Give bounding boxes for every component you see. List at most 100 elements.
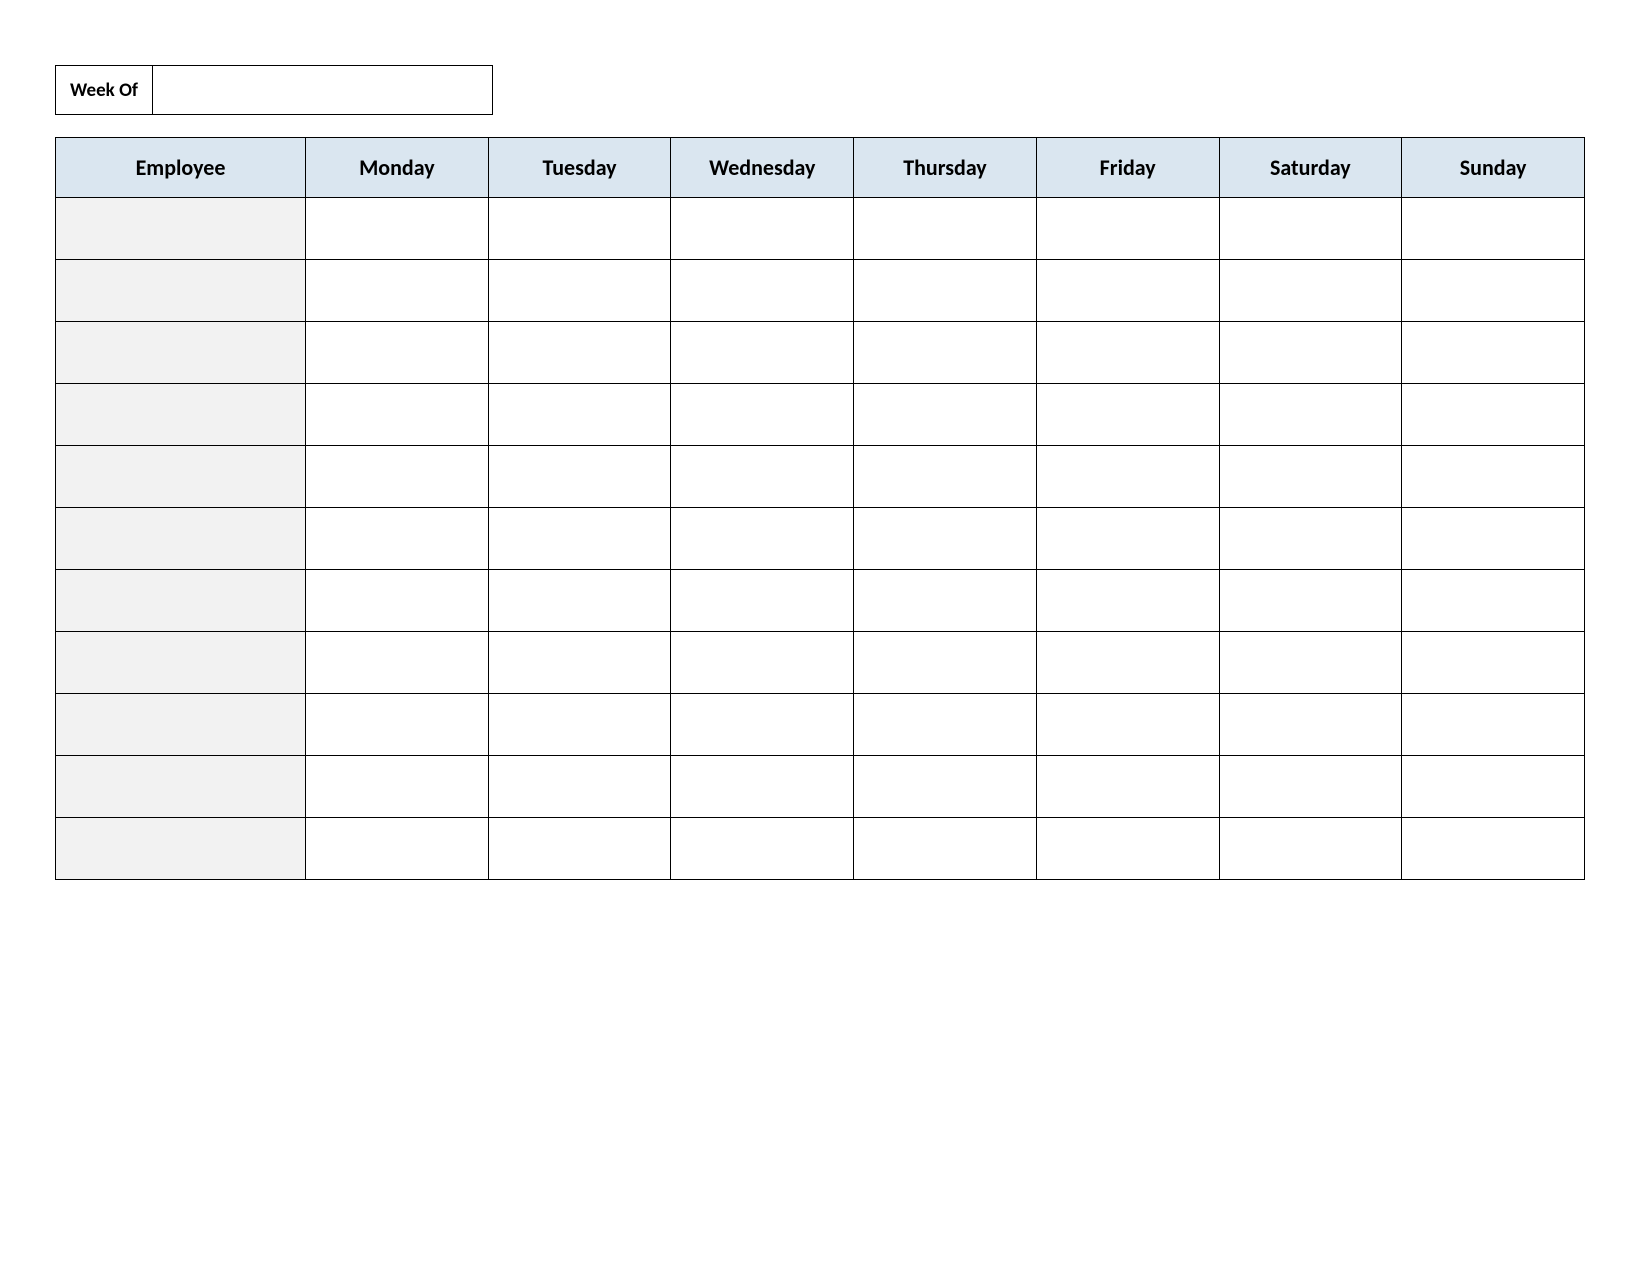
schedule-cell[interactable] xyxy=(306,818,489,880)
schedule-cell[interactable] xyxy=(1219,756,1402,818)
schedule-cell[interactable] xyxy=(1219,694,1402,756)
schedule-cell[interactable] xyxy=(671,632,854,694)
schedule-cell[interactable] xyxy=(1402,632,1585,694)
schedule-cell[interactable] xyxy=(1036,322,1219,384)
schedule-cell[interactable] xyxy=(854,384,1037,446)
table-row xyxy=(56,570,1585,632)
schedule-cell[interactable] xyxy=(488,570,671,632)
schedule-cell[interactable] xyxy=(1402,446,1585,508)
schedule-cell[interactable] xyxy=(1402,570,1585,632)
schedule-cell[interactable] xyxy=(1036,632,1219,694)
schedule-cell[interactable] xyxy=(1036,508,1219,570)
schedule-cell[interactable] xyxy=(671,260,854,322)
header-friday: Friday xyxy=(1036,138,1219,198)
schedule-cell[interactable] xyxy=(1219,260,1402,322)
schedule-cell[interactable] xyxy=(306,694,489,756)
schedule-cell[interactable] xyxy=(854,818,1037,880)
schedule-cell[interactable] xyxy=(1402,322,1585,384)
employee-cell[interactable] xyxy=(56,384,306,446)
schedule-cell[interactable] xyxy=(854,570,1037,632)
schedule-cell[interactable] xyxy=(854,756,1037,818)
employee-cell[interactable] xyxy=(56,322,306,384)
schedule-cell[interactable] xyxy=(1036,384,1219,446)
header-sunday: Sunday xyxy=(1402,138,1585,198)
schedule-cell[interactable] xyxy=(488,322,671,384)
employee-cell[interactable] xyxy=(56,756,306,818)
schedule-cell[interactable] xyxy=(671,508,854,570)
schedule-cell[interactable] xyxy=(488,260,671,322)
schedule-cell[interactable] xyxy=(1402,260,1585,322)
schedule-cell[interactable] xyxy=(488,508,671,570)
schedule-cell[interactable] xyxy=(306,322,489,384)
employee-cell[interactable] xyxy=(56,632,306,694)
schedule-cell[interactable] xyxy=(671,198,854,260)
schedule-cell[interactable] xyxy=(1219,198,1402,260)
schedule-cell[interactable] xyxy=(1402,818,1585,880)
schedule-cell[interactable] xyxy=(1402,508,1585,570)
schedule-cell[interactable] xyxy=(671,694,854,756)
schedule-cell[interactable] xyxy=(854,446,1037,508)
schedule-cell[interactable] xyxy=(1219,508,1402,570)
schedule-cell[interactable] xyxy=(306,446,489,508)
employee-cell[interactable] xyxy=(56,508,306,570)
schedule-cell[interactable] xyxy=(671,446,854,508)
schedule-cell[interactable] xyxy=(488,818,671,880)
schedule-cell[interactable] xyxy=(854,322,1037,384)
schedule-cell[interactable] xyxy=(1402,198,1585,260)
schedule-cell[interactable] xyxy=(671,322,854,384)
schedule-cell[interactable] xyxy=(1402,384,1585,446)
employee-cell[interactable] xyxy=(56,818,306,880)
header-saturday: Saturday xyxy=(1219,138,1402,198)
schedule-cell[interactable] xyxy=(1219,322,1402,384)
schedule-cell[interactable] xyxy=(306,198,489,260)
schedule-cell[interactable] xyxy=(1036,756,1219,818)
employee-cell[interactable] xyxy=(56,694,306,756)
header-monday: Monday xyxy=(306,138,489,198)
schedule-cell[interactable] xyxy=(854,632,1037,694)
schedule-cell[interactable] xyxy=(1036,198,1219,260)
schedule-cell[interactable] xyxy=(671,570,854,632)
header-wednesday: Wednesday xyxy=(671,138,854,198)
schedule-cell[interactable] xyxy=(488,446,671,508)
schedule-cell[interactable] xyxy=(671,384,854,446)
header-tuesday: Tuesday xyxy=(488,138,671,198)
employee-cell[interactable] xyxy=(56,570,306,632)
schedule-cell[interactable] xyxy=(1036,570,1219,632)
schedule-cell[interactable] xyxy=(306,384,489,446)
schedule-cell[interactable] xyxy=(854,198,1037,260)
schedule-cell[interactable] xyxy=(1036,818,1219,880)
schedule-cell[interactable] xyxy=(854,694,1037,756)
week-of-label: Week Of xyxy=(55,65,153,115)
schedule-cell[interactable] xyxy=(306,260,489,322)
schedule-cell[interactable] xyxy=(671,756,854,818)
schedule-cell[interactable] xyxy=(671,818,854,880)
schedule-cell[interactable] xyxy=(854,260,1037,322)
schedule-cell[interactable] xyxy=(1036,446,1219,508)
schedule-cell[interactable] xyxy=(1036,260,1219,322)
schedule-cell[interactable] xyxy=(306,632,489,694)
schedule-cell[interactable] xyxy=(488,384,671,446)
schedule-cell[interactable] xyxy=(1402,694,1585,756)
schedule-cell[interactable] xyxy=(1402,756,1585,818)
schedule-cell[interactable] xyxy=(1219,818,1402,880)
schedule-cell[interactable] xyxy=(488,198,671,260)
schedule-cell[interactable] xyxy=(1036,694,1219,756)
employee-cell[interactable] xyxy=(56,198,306,260)
schedule-cell[interactable] xyxy=(306,570,489,632)
schedule-cell[interactable] xyxy=(1219,446,1402,508)
schedule-cell[interactable] xyxy=(854,508,1037,570)
table-row xyxy=(56,632,1585,694)
schedule-cell[interactable] xyxy=(488,694,671,756)
schedule-cell[interactable] xyxy=(1219,632,1402,694)
schedule-cell[interactable] xyxy=(306,508,489,570)
schedule-cell[interactable] xyxy=(488,756,671,818)
week-of-value[interactable] xyxy=(153,65,493,115)
schedule-cell[interactable] xyxy=(306,756,489,818)
schedule-cell[interactable] xyxy=(1219,570,1402,632)
schedule-cell[interactable] xyxy=(1219,384,1402,446)
employee-cell[interactable] xyxy=(56,446,306,508)
table-row xyxy=(56,260,1585,322)
employee-cell[interactable] xyxy=(56,260,306,322)
schedule-cell[interactable] xyxy=(488,632,671,694)
header-row: Employee Monday Tuesday Wednesday Thursd… xyxy=(56,138,1585,198)
